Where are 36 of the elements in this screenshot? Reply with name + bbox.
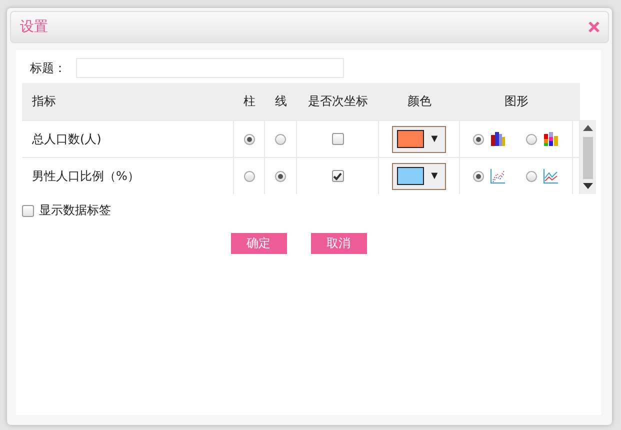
- secondary-axis-header: 是否次坐标: [297, 83, 379, 120]
- title-input[interactable]: [76, 58, 344, 78]
- radio-button[interactable]: [473, 134, 484, 144]
- dialog-title: 设置: [20, 18, 48, 36]
- checkbox[interactable]: [332, 170, 344, 182]
- color-picker[interactable]: ▼: [392, 126, 446, 152]
- dropdown-arrow: ▼: [429, 170, 440, 182]
- radio-button[interactable]: [244, 134, 254, 144]
- bar-header: 柱: [234, 83, 265, 120]
- dropdown-arrow: ▼: [429, 133, 440, 145]
- stacked-bar-chart-icon: [543, 131, 559, 147]
- indicator-cell: 男性人口比例（%）: [22, 157, 234, 194]
- checkbox[interactable]: [22, 204, 34, 216]
- title-label: 标题：: [30, 60, 66, 76]
- indicator-cell: 总人口数(人): [22, 120, 234, 157]
- checkbox[interactable]: [332, 133, 344, 145]
- radio-button[interactable]: [526, 170, 537, 182]
- scroll-up-icon[interactable]: [583, 125, 593, 131]
- indicator-header: 指标: [22, 83, 234, 120]
- radio-button[interactable]: [275, 134, 286, 144]
- scrollbar[interactable]: [580, 120, 596, 194]
- radio-button[interactable]: [275, 170, 286, 182]
- line-chart-icon: [543, 168, 559, 184]
- shape-header: 图形: [460, 83, 573, 120]
- bar-chart-icon: [490, 131, 506, 147]
- color-picker[interactable]: ▼: [392, 162, 446, 190]
- radio-button[interactable]: [526, 134, 537, 144]
- radio-button[interactable]: [244, 170, 254, 182]
- show-data-labels-label: 显示数据标签: [39, 202, 111, 219]
- close-icon[interactable]: [588, 21, 600, 33]
- scroll-down-icon[interactable]: [583, 183, 593, 189]
- line-header: 线: [265, 83, 297, 120]
- radio-button[interactable]: [473, 170, 484, 182]
- scatter-chart-icon: [490, 168, 506, 184]
- color-header: 颜色: [379, 83, 460, 120]
- scrollbar-thumb[interactable]: [583, 137, 593, 179]
